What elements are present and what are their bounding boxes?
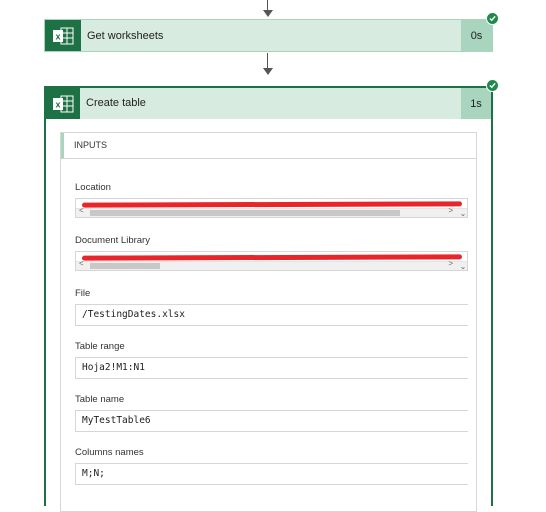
connector-line-middle xyxy=(267,53,268,68)
step-get-worksheets[interactable]: x Get worksheets 0s xyxy=(44,19,493,52)
success-check-icon xyxy=(486,12,499,25)
connector-line-top xyxy=(267,0,268,10)
excel-icon-container: x xyxy=(45,20,81,51)
excel-icon: x xyxy=(53,95,74,112)
connector-arrow-middle xyxy=(263,68,273,75)
table-name-field[interactable]: MyTestTable6 xyxy=(75,410,468,432)
field-label-location: Location xyxy=(75,182,111,193)
svg-text:x: x xyxy=(55,31,60,41)
scroll-thumb[interactable] xyxy=(90,210,400,216)
field-label-table-name: Table name xyxy=(75,394,125,405)
field-label-document-library: Document Library xyxy=(75,235,150,246)
scroll-left-icon[interactable]: < xyxy=(79,206,84,215)
columns-names-field[interactable]: M;N; xyxy=(75,463,468,485)
excel-icon-container: x xyxy=(46,88,80,119)
horizontal-scrollbar[interactable]: < > xyxy=(76,206,467,217)
step-title: Get worksheets xyxy=(87,30,164,42)
excel-icon: x xyxy=(53,27,74,44)
step-create-table[interactable]: x Create table 1s INPUTS Location < > ⌄ … xyxy=(44,86,493,512)
scroll-right-icon[interactable]: > xyxy=(448,259,453,268)
file-field[interactable]: /TestingDates.xlsx xyxy=(75,304,468,326)
inputs-panel: INPUTS Location < > ⌄ Document Library <… xyxy=(60,132,477,512)
scroll-right-icon[interactable]: > xyxy=(448,206,453,215)
horizontal-scrollbar[interactable]: < > xyxy=(76,259,467,270)
svg-text:x: x xyxy=(55,99,60,109)
redaction-mark xyxy=(81,201,463,208)
inputs-title: INPUTS xyxy=(61,133,476,159)
field-label-table-range: Table range xyxy=(75,341,125,352)
field-label-file: File xyxy=(75,288,91,299)
location-field[interactable]: < > ⌄ xyxy=(75,198,468,218)
step-duration: 1s xyxy=(461,88,491,119)
step-header[interactable]: x Create table 1s xyxy=(46,88,491,119)
connector-arrow-top xyxy=(263,10,273,17)
chevron-down-icon[interactable]: ⌄ xyxy=(457,208,467,218)
chevron-down-icon[interactable]: ⌄ xyxy=(457,261,467,271)
document-library-field[interactable]: < > ⌄ xyxy=(75,251,468,271)
step-duration: 0s xyxy=(461,20,492,51)
step-title: Create table xyxy=(86,97,146,109)
table-range-field[interactable]: Hoja2!M1:N1 xyxy=(75,357,468,379)
scroll-thumb[interactable] xyxy=(90,263,160,269)
success-check-icon xyxy=(486,79,499,92)
scroll-left-icon[interactable]: < xyxy=(79,259,84,268)
field-label-columns-names: Columns names xyxy=(75,447,144,458)
redaction-mark xyxy=(81,254,463,261)
